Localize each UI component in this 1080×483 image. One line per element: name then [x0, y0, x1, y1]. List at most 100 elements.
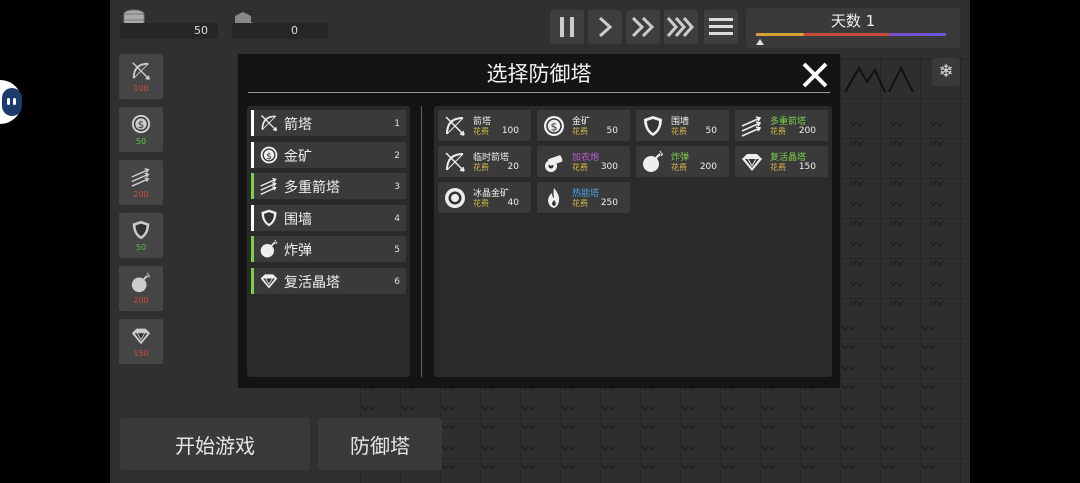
- side-tower-cost: 200: [133, 296, 149, 305]
- side-tower-cost: 200: [133, 190, 149, 199]
- gem-icon: [130, 325, 152, 347]
- selected-tower-label: 复活晶塔: [284, 274, 340, 291]
- cost-label: 花费: [572, 163, 588, 172]
- tower-price: 200: [699, 162, 717, 172]
- close-button[interactable]: [800, 60, 832, 92]
- cost-label: 花费: [473, 163, 489, 172]
- side-tower-card-bomb[interactable]: 200: [119, 266, 163, 311]
- pause-button[interactable]: [550, 10, 584, 44]
- tower-option-card[interactable]: 箭塔 花费 100: [438, 110, 531, 141]
- coin-icon: $: [130, 113, 152, 135]
- title-divider: [248, 92, 830, 93]
- svg-text:$: $: [266, 150, 272, 161]
- multi-arrow-icon: [130, 166, 152, 188]
- side-tower-card-shield[interactable]: 50: [119, 213, 163, 258]
- ice-coin-icon: [443, 186, 467, 210]
- speed-3x-button[interactable]: [664, 10, 698, 44]
- side-tower-card-bow[interactable]: 100: [119, 54, 163, 99]
- cost-label: 花费: [572, 127, 588, 136]
- tower-price: 50: [606, 126, 618, 136]
- cost-label: 花费: [671, 127, 687, 136]
- tower-option-card[interactable]: 多重箭塔 花费 200: [735, 110, 828, 141]
- tower-option-card[interactable]: 炸弹 花费 200: [636, 146, 729, 177]
- tower-grid: 箭塔 花费 100 $ 金矿 花费 50 围墙 花费 50 多重箭塔 花费 200…: [434, 106, 832, 377]
- tower-price: 200: [798, 126, 816, 136]
- slot-number: 3: [394, 182, 400, 192]
- selected-tower-item[interactable]: 围墙 4: [251, 204, 406, 231]
- cost-label: 花费: [473, 127, 489, 136]
- cost-label: 花费: [671, 163, 687, 172]
- floating-assistant-icon[interactable]: [0, 80, 22, 124]
- pause-icon: [560, 17, 574, 37]
- coin-icon: $: [259, 145, 279, 165]
- side-tower-card-gem[interactable]: 150: [119, 319, 163, 364]
- day-panel: 天数 1: [746, 8, 960, 48]
- coin-icon: $: [542, 114, 566, 138]
- tower-price: 20: [507, 162, 519, 172]
- start-game-button[interactable]: 开始游戏: [120, 418, 310, 470]
- slot-number: 2: [394, 150, 400, 161]
- cost-label: 花费: [572, 199, 588, 208]
- svg-text:$: $: [551, 121, 558, 134]
- defense-tower-button[interactable]: 防御塔: [318, 418, 442, 470]
- cost-label: 花费: [770, 127, 786, 136]
- side-tower-cost: 150: [133, 349, 149, 358]
- multi-arrow-icon: [259, 176, 279, 196]
- selected-tower-label: 金矿: [284, 148, 312, 165]
- tower-option-card[interactable]: 热能塔 花费 250: [537, 182, 630, 213]
- selected-tower-item[interactable]: 炸弹 5: [251, 236, 406, 262]
- selected-tower-item[interactable]: $ 金矿 2: [251, 141, 406, 168]
- tower-price: 100: [501, 126, 519, 136]
- tower-option-card[interactable]: 冰晶金矿 花费 40: [438, 182, 531, 213]
- slot-number: 1: [394, 119, 400, 129]
- tower-option-card[interactable]: $ 金矿 花费 50: [537, 110, 630, 141]
- fire-icon: [542, 186, 566, 210]
- selected-tower-item[interactable]: 箭塔 1: [251, 110, 406, 136]
- tower-rarity-bar: [251, 267, 254, 294]
- triple-chevron-icon: [666, 17, 695, 37]
- coin-counter: 50: [120, 23, 218, 39]
- tower-option-card[interactable]: 临时箭塔 花费 20: [438, 146, 531, 177]
- slot-number: 6: [394, 276, 400, 287]
- tower-rarity-bar: [251, 110, 254, 136]
- selected-tower-item[interactable]: 复活晶塔 6: [251, 267, 406, 294]
- tower-price: 50: [705, 126, 717, 136]
- tower-rarity-bar: [251, 236, 254, 262]
- side-tower-cost: 100: [133, 84, 149, 93]
- shield-icon: [641, 114, 665, 138]
- svg-text:$: $: [138, 120, 144, 131]
- mountain-icon: [845, 62, 925, 92]
- bomb-icon: [259, 239, 279, 259]
- shield-icon: [259, 208, 279, 228]
- chevron-right-icon: [598, 17, 612, 37]
- slot-number: 5: [394, 245, 400, 255]
- dialog-title: 选择防御塔: [486, 62, 592, 86]
- tower-rarity-bar: [251, 141, 254, 168]
- selected-tower-label: 箭塔: [284, 117, 312, 133]
- side-tower-card-coin[interactable]: $ 50: [119, 107, 163, 152]
- selected-tower-list: 箭塔 1 $ 金矿 2 多重箭塔 3 围墙 4 炸弹 5 复活晶塔 6: [247, 106, 410, 377]
- tower-option-card[interactable]: 加农炮 花费 300: [537, 146, 630, 177]
- side-tower-card-multi-arrow[interactable]: 200: [119, 160, 163, 205]
- tower-option-card[interactable]: 复活晶塔 花费 150: [735, 146, 828, 177]
- side-tower-cost: 50: [135, 137, 147, 146]
- selected-tower-item[interactable]: 多重箭塔 3: [251, 173, 406, 199]
- hamburger-menu-icon: [709, 18, 733, 35]
- speed-2x-button[interactable]: [626, 10, 660, 44]
- cost-label: 花费: [770, 163, 786, 172]
- snowflake-icon[interactable]: ❄: [932, 58, 960, 86]
- speed-1x-button[interactable]: [588, 10, 622, 44]
- bow-icon: [443, 114, 467, 138]
- bomb-icon: [130, 272, 152, 294]
- tower-rarity-bar: [251, 204, 254, 231]
- day-progress-marker: [756, 39, 764, 45]
- tower-option-card[interactable]: 围墙 花费 50: [636, 110, 729, 141]
- cost-label: 花费: [473, 199, 489, 208]
- tower-price: 150: [798, 162, 816, 172]
- multi-arrow-icon: [740, 114, 764, 138]
- menu-button[interactable]: [704, 10, 738, 44]
- side-tower-cost: 50: [135, 243, 147, 252]
- cannon-icon: [542, 150, 566, 174]
- day-label: 天数 1: [830, 12, 876, 30]
- bow-icon: [259, 113, 279, 133]
